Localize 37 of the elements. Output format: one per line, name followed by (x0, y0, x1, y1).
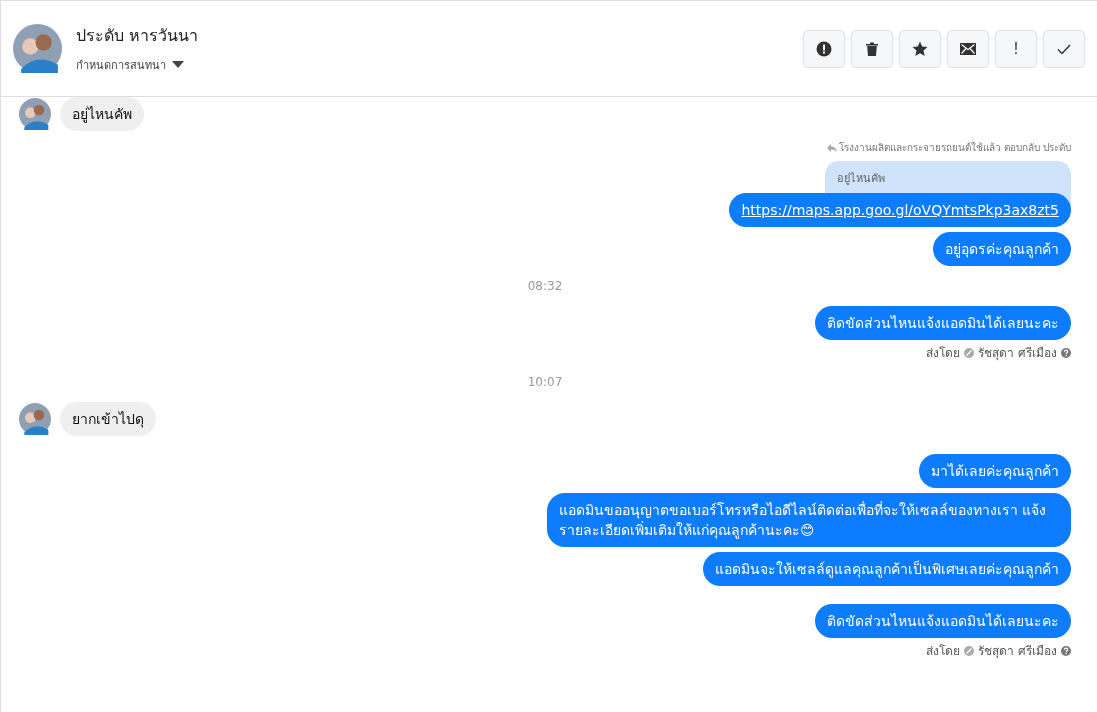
help-icon[interactable] (1061, 347, 1071, 358)
agent-name: รัชสุดา ศรีเมือง (978, 643, 1057, 660)
blocked-icon (964, 347, 975, 358)
link-message[interactable]: https://maps.app.goo.gl/oVQYmtsPkp3ax8zt5 (729, 193, 1071, 227)
message-bubble: มาได้เลยค่ะคุณลูกค้า (919, 454, 1071, 488)
caret-icon[interactable] (172, 61, 184, 69)
avatar (19, 403, 51, 435)
exclamation-button[interactable]: ! (995, 29, 1037, 68)
alert-icon (816, 40, 832, 57)
message-bubble: ติดขัดส่วนไหนแจ้งแอดมินได้เลยนะคะ (815, 604, 1071, 638)
trash-button[interactable] (851, 29, 893, 68)
blocked-icon (964, 645, 975, 656)
avatar (19, 98, 51, 130)
avatar (13, 24, 62, 73)
star-button[interactable] (899, 29, 941, 68)
mail-icon (960, 40, 976, 57)
message-bubble: แอดมินขออนุญาตขอเบอร์โทรหรือไอดีไลน์ติดต่อเพื่อที่จะให้เซลล์ของทางเรา แจ้งรายละเอียดเพิ่มเติมให้แก่คุณลูกค้านะคะ😊 (547, 493, 1071, 547)
message-bubble: ติดขัดส่วนไหนแจ้งแอดมินได้เลยนะคะ (815, 306, 1071, 340)
conversation-settings[interactable]: กำหนดการสนทนา (76, 56, 166, 74)
agent-name: รัชสุดา ศรีเมือง (978, 345, 1057, 362)
trash-icon (864, 40, 880, 57)
alert-button[interactable] (803, 29, 845, 68)
star-icon (912, 40, 928, 57)
help-icon[interactable] (1061, 645, 1071, 656)
message-bubble: อยู่ไหนคัพ (60, 97, 144, 131)
sent-by-label: ส่งโดย (926, 345, 961, 362)
message-bubble: อยู่อุดรค่ะคุณลูกค้า (933, 232, 1071, 266)
reply-label: โรงงานผลิตและกระจายรถยนต์ใช้แล้ว ตอบกลับ ประดับ (838, 141, 1071, 155)
contact-name: ประดับ หารวันนา (76, 25, 199, 47)
reply-arrow-icon (826, 143, 837, 152)
message-bubble: แอดมินจะให้เซลล์ดูแลคุณลูกค้าเป็นพิเศษเลยค่ะคุณลูกค้า (703, 552, 1071, 586)
timestamp: 08:32 (527, 279, 563, 293)
timestamp: 10:07 (527, 375, 563, 389)
mail-button[interactable] (947, 29, 989, 68)
sent-by-label: ส่งโดย (926, 643, 961, 660)
check-button[interactable] (1043, 29, 1085, 68)
message-bubble: ยากเข้าไปดุ (60, 402, 156, 436)
